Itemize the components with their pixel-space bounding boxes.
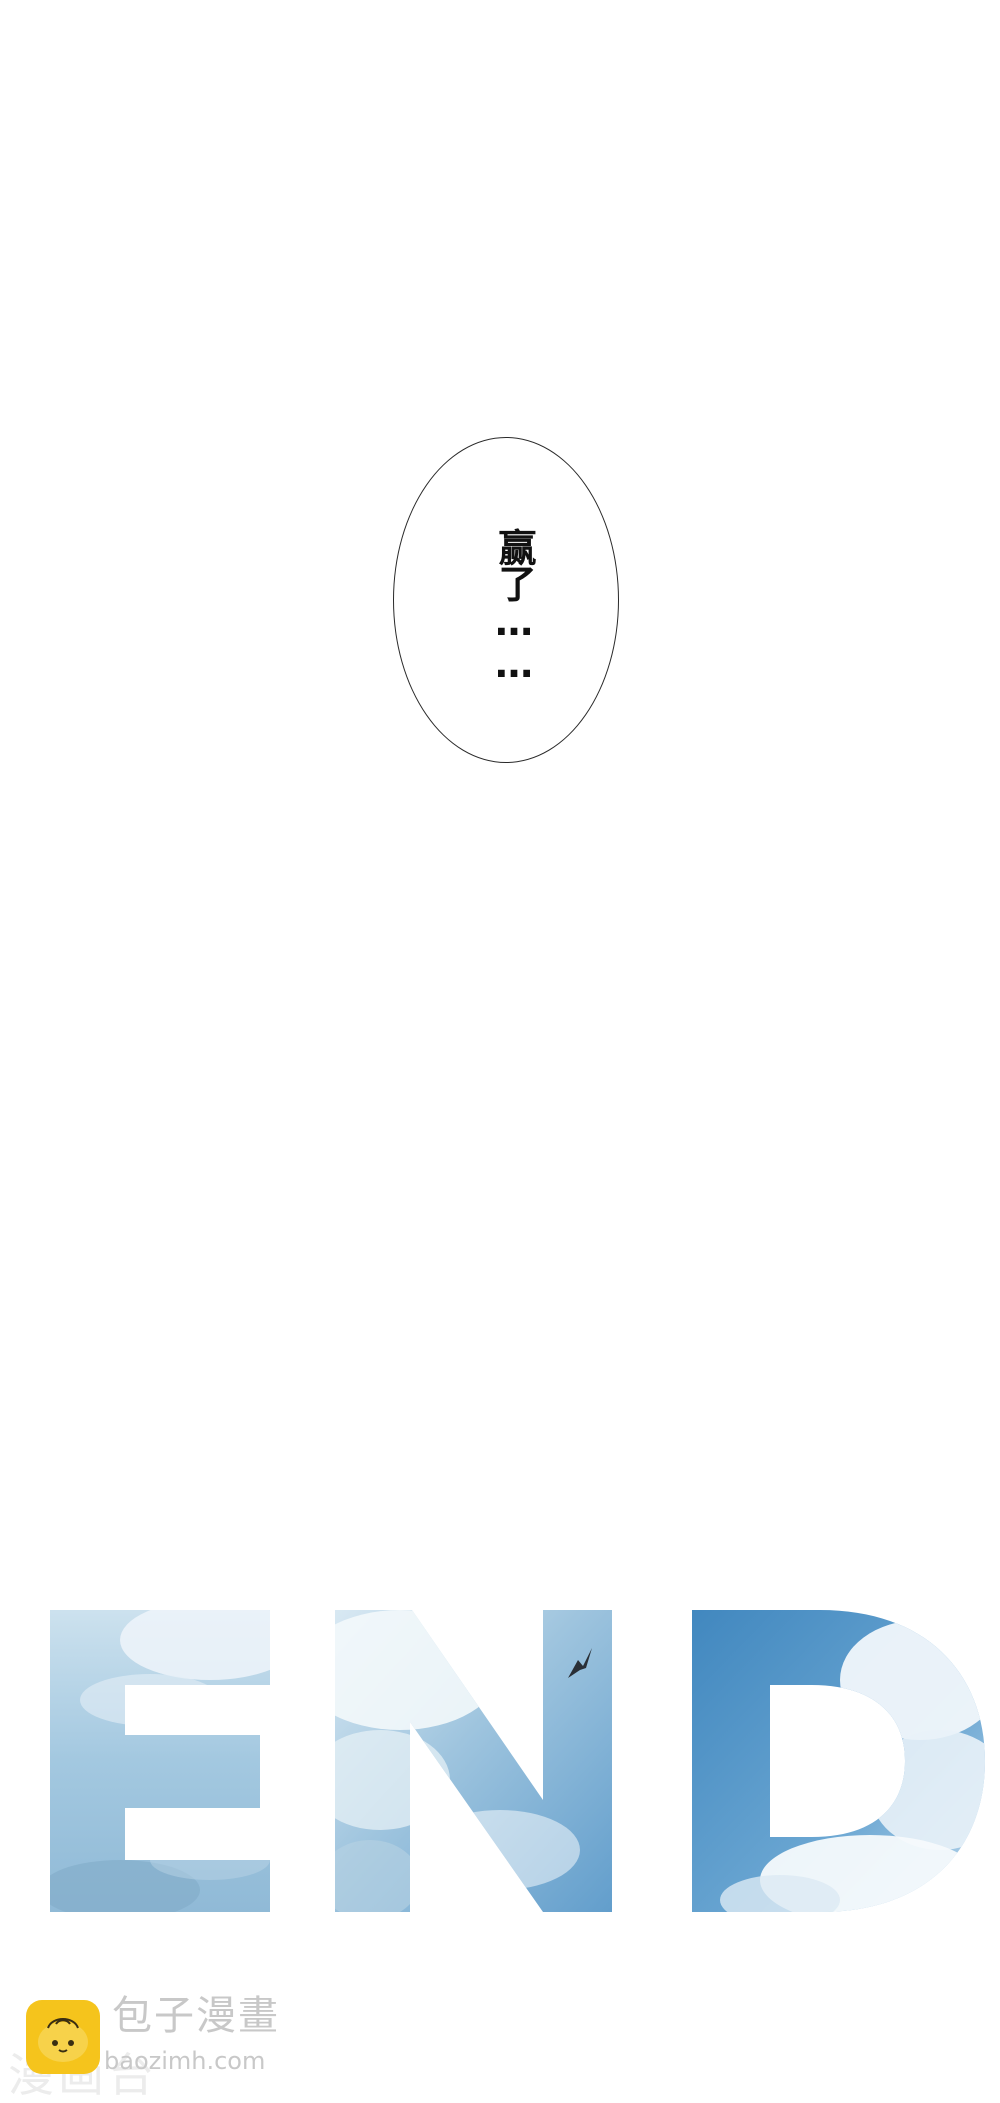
watermark-site-name: 包子漫畫 xyxy=(112,1993,280,2039)
watermark-url: baozimh.com xyxy=(104,2047,266,2075)
speech-bubble-text: 赢了…… xyxy=(492,528,536,684)
end-title xyxy=(50,1610,985,1912)
end-letter-d xyxy=(692,1610,985,1912)
comic-page: 赢了…… 漫画台 包子漫畫 baozimh.com xyxy=(0,0,1000,2103)
bun-logo-icon xyxy=(26,2000,100,2074)
end-letter-e xyxy=(50,1610,270,1912)
end-letter-n xyxy=(335,1610,612,1912)
